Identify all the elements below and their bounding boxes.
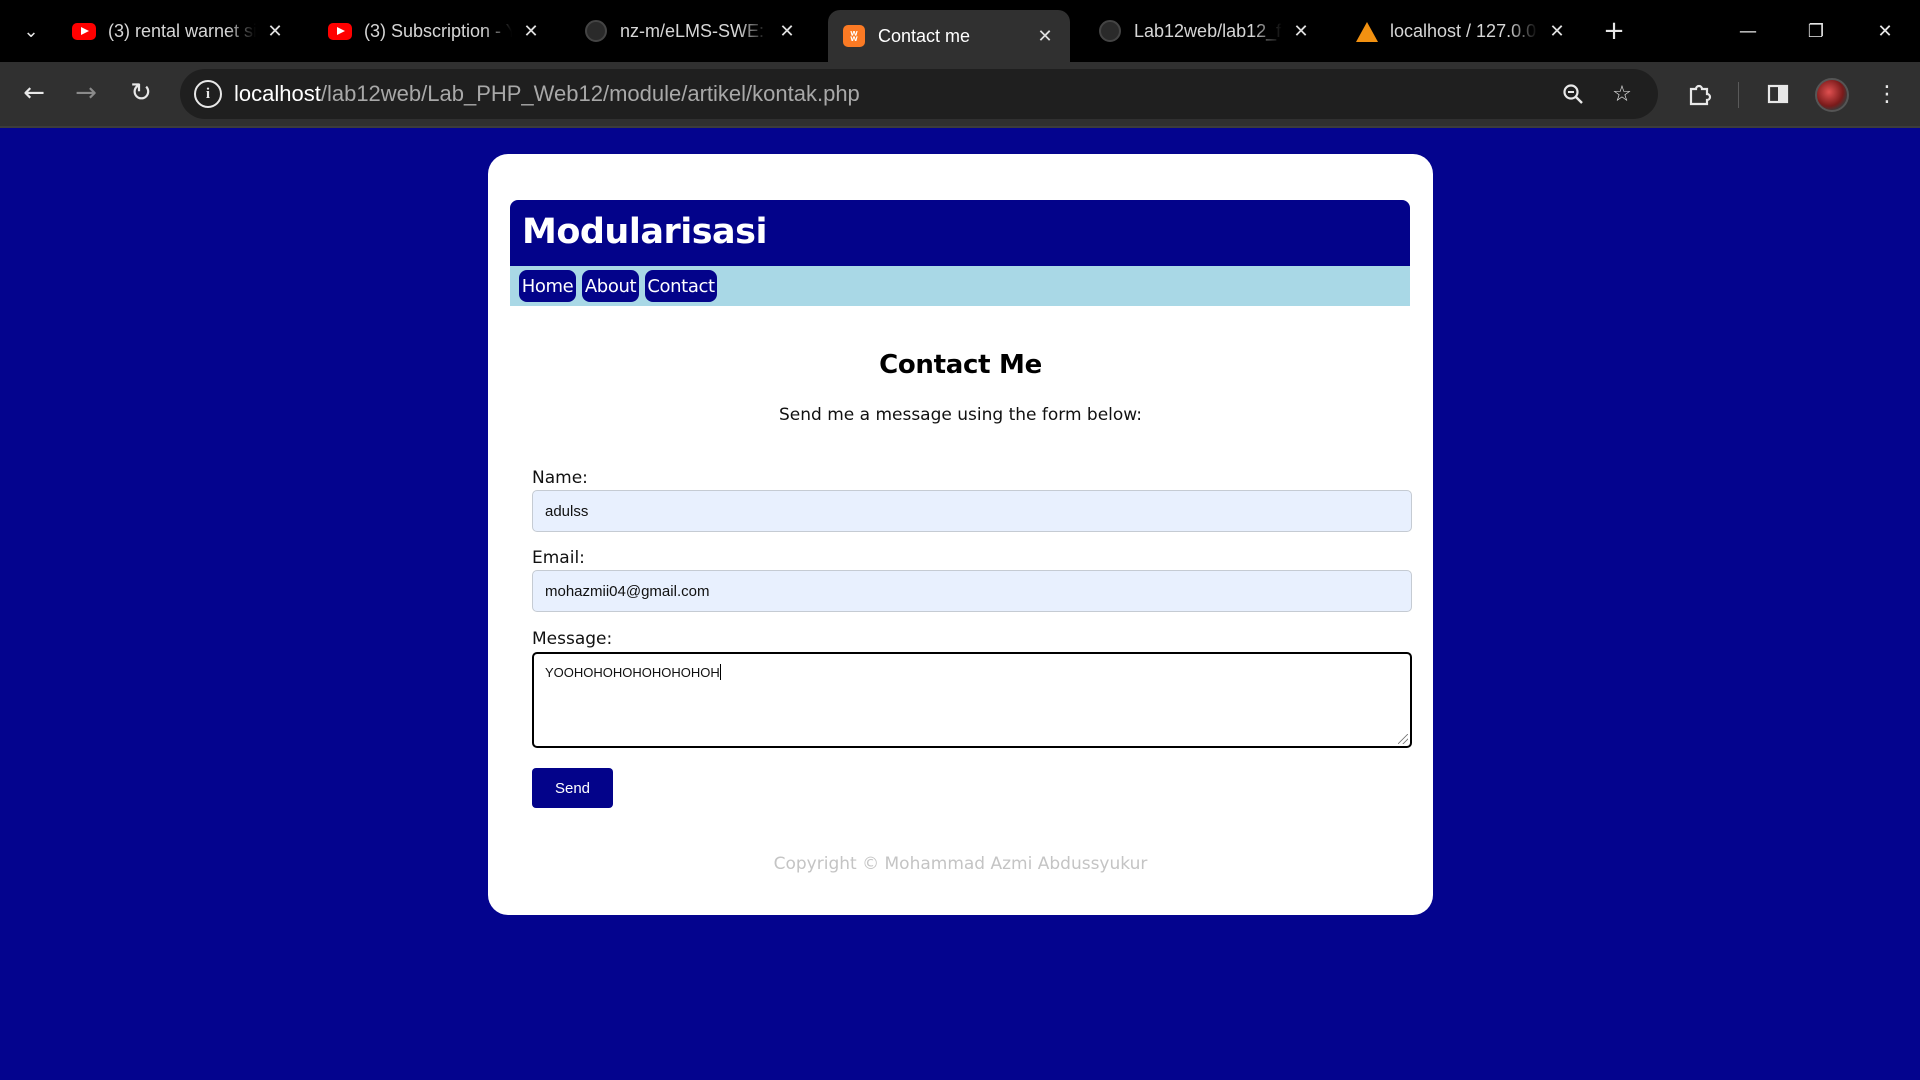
close-icon[interactable]: ✕ [1546,20,1568,42]
browser-toolbar: ← → ↻ i localhost/lab12web/Lab_PHP_Web12… [0,62,1920,128]
site-info-icon[interactable]: i [194,80,222,108]
tab-lab12-github[interactable]: Lab12web/lab12_framework ✕ [1084,10,1326,52]
url-path: /lab12web/Lab_PHP_Web12/module/artikel/k… [320,81,860,106]
zoom-icon[interactable] [1556,77,1590,111]
tab-search-chevron-icon[interactable]: ⌄ [14,14,48,48]
message-label: Message: [532,629,613,649]
github-icon [584,19,608,43]
name-input[interactable]: adulss [532,490,1412,532]
tab-rental-warnet[interactable]: (3) rental warnet simulator ✕ [58,10,300,52]
url-text[interactable]: localhost/lab12web/Lab_PHP_Web12/module/… [234,81,860,107]
email-input[interactable]: mohazmii04@gmail.com [532,570,1412,612]
name-label: Name: [532,468,588,488]
close-icon[interactable]: ✕ [1290,20,1312,42]
tab-title: nz-m/eLMS-SWE: online [620,20,768,41]
window-close-icon[interactable]: ✕ [1855,12,1915,50]
site-title: Modularisasi [522,212,768,252]
youtube-icon [72,19,96,43]
minimize-icon[interactable]: — [1718,12,1778,50]
email-label: Email: [532,548,585,568]
side-panel-icon[interactable] [1759,75,1797,113]
tab-title: (3) rental warnet simulator [108,20,256,41]
tab-subscription[interactable]: (3) Subscription - YouTube ✕ [314,10,556,52]
message-textarea[interactable]: YOOHOHOHOHOHOHOHOH [532,652,1412,748]
send-button[interactable]: Send [532,768,613,808]
extensions-puzzle-icon[interactable] [1680,75,1718,113]
restore-icon[interactable]: ❐ [1786,12,1846,50]
tab-title: Lab12web/lab12_framework [1134,20,1282,41]
message-text: YOOHOHOHOHOHOHOHOH [545,665,720,680]
page-title: Contact Me [879,350,1042,380]
page-subtitle: Send me a message using the form below: [778,405,1142,425]
tab-title: Contact me [878,25,971,46]
page-container: Modularisasi Home About Contact Contact … [488,154,1433,915]
tab-title: (3) Subscription - YouTube [364,20,512,41]
back-arrow-icon[interactable]: ← [14,73,54,113]
bookmark-star-icon[interactable]: ☆ [1605,77,1639,111]
reload-icon[interactable]: ↻ [121,73,161,113]
browser-tab-bar: ⌄ (3) rental warnet simulator ✕ (3) Subs… [0,0,1920,62]
site-header: Modularisasi [510,200,1410,266]
address-bar[interactable]: i localhost/lab12web/Lab_PHP_Web12/modul… [180,69,1658,119]
github-icon [1098,19,1122,43]
phpmyadmin-icon [1354,19,1378,43]
text-caret [719,664,721,680]
close-icon[interactable]: ✕ [776,20,798,42]
youtube-icon [328,19,352,43]
url-host: localhost [234,81,321,106]
main-nav: Home About Contact [510,266,1410,306]
close-icon[interactable]: ✕ [1034,25,1056,47]
xampp-icon: ʬ [842,24,866,48]
resize-handle-icon[interactable] [1398,734,1408,744]
toolbar-divider [1738,82,1739,108]
nav-about-link[interactable]: About [582,270,639,302]
new-tab-plus-icon[interactable]: + [1597,14,1631,48]
nav-home-link[interactable]: Home [519,270,576,302]
profile-avatar[interactable] [1815,78,1849,112]
more-menu-icon[interactable]: ⋮ [1868,75,1906,113]
tab-elms-github[interactable]: nz-m/eLMS-SWE: online ✕ [570,10,812,52]
tab-title: localhost / 127.0.0.1 [1390,20,1538,41]
tab-phpmyadmin[interactable]: localhost / 127.0.0.1 ✕ [1340,10,1582,52]
close-icon[interactable]: ✕ [520,20,542,42]
footer-copyright: Copyright © Mohammad Azmi Abdussyukur [773,854,1148,874]
tab-contact-me[interactable]: ʬ Contact me ✕ [828,10,1070,62]
forward-arrow-icon[interactable]: → [66,73,106,113]
nav-contact-link[interactable]: Contact [645,270,717,302]
close-icon[interactable]: ✕ [264,20,286,42]
